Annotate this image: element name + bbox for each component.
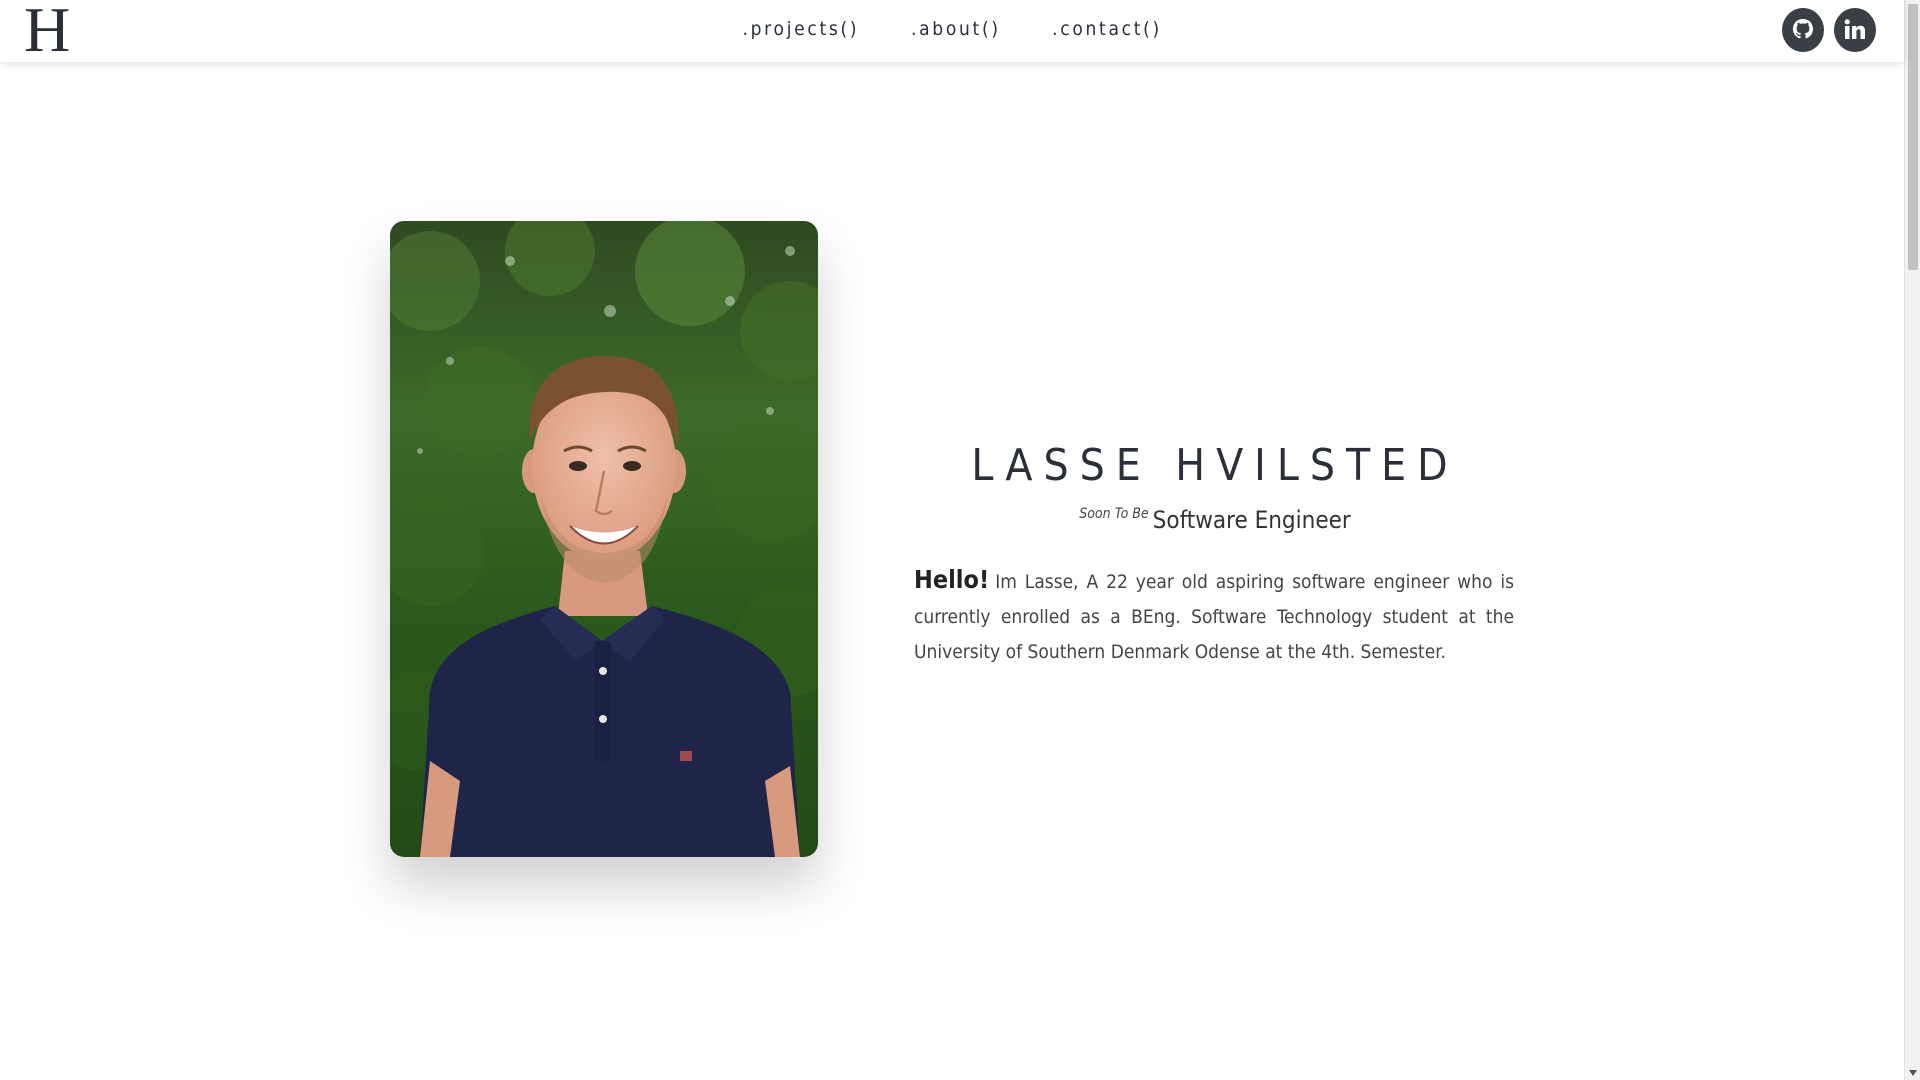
navbar: H .projects() .about() .contact()	[0, 0, 1904, 62]
scrollbar-thumb[interactable]	[1908, 4, 1918, 270]
scroll-down-arrow-icon[interactable]	[1909, 1070, 1917, 1076]
hero-subtitle: Soon To Be Software Engineer	[900, 506, 1530, 534]
hero-name: LASSE HVILSTED	[971, 440, 1459, 491]
nav-link-contact[interactable]: .contact()	[1052, 18, 1162, 40]
hero-bio: Hello! Im Lasse, A 22 year old aspiring s…	[914, 562, 1514, 670]
social-links	[1782, 8, 1876, 52]
subtitle-prefix: Soon To Be	[1079, 506, 1149, 522]
nav-link-about[interactable]: .about()	[911, 18, 1001, 40]
bio-greeting: Hello!	[914, 565, 990, 594]
linkedin-link[interactable]	[1834, 8, 1876, 52]
nav-link-projects[interactable]: .projects()	[742, 18, 859, 40]
vertical-scrollbar[interactable]	[1904, 0, 1920, 1080]
main-nav: .projects() .about() .contact()	[0, 18, 1904, 40]
bio-text: Im Lasse, A 22 year old aspiring softwar…	[914, 571, 1514, 663]
linkedin-icon	[1844, 19, 1865, 39]
github-link[interactable]	[1782, 8, 1824, 52]
profile-photo	[390, 221, 818, 857]
page: H .projects() .about() .contact() LASSE …	[0, 0, 1904, 1080]
github-icon	[1793, 19, 1813, 39]
subtitle-role: Software Engineer	[1152, 506, 1351, 534]
